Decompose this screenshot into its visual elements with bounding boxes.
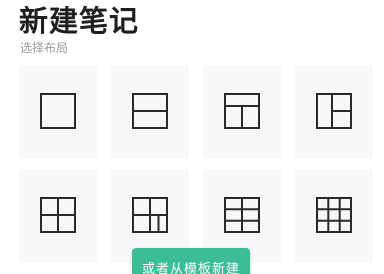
page-subtitle: 选择布局: [20, 41, 69, 55]
layout-grid-2x2-plus-split-icon: [132, 197, 168, 233]
layout-grid-2x2-icon: [40, 197, 76, 233]
layout-option-single[interactable]: [19, 65, 97, 159]
layout-grid: [19, 65, 375, 274]
create-from-template-label: 或者从模板新建: [141, 262, 240, 274]
create-from-template-button[interactable]: 或者从模板新建: [132, 248, 250, 274]
page-title: 新建笔记: [19, 4, 140, 38]
layout-grid-3x3-icon: [316, 197, 352, 233]
layout-single-icon: [40, 93, 76, 129]
layout-option-grid-3x3[interactable]: [295, 169, 373, 263]
layout-option-two-rows[interactable]: [111, 65, 189, 159]
layout-two-rows-icon: [132, 93, 168, 129]
layout-grid-3x2-icon: [224, 197, 260, 233]
new-note-screen: 新建笔记 选择布局 或者从模板新建: [0, 0, 384, 274]
layout-option-left-tall-right-split[interactable]: [295, 65, 373, 159]
layout-option-top-wide-bottom-split[interactable]: [203, 65, 281, 159]
layout-option-grid-2x2[interactable]: [19, 169, 97, 263]
layout-top-wide-bottom-split-icon: [224, 93, 260, 129]
layout-left-tall-right-split-icon: [316, 93, 352, 129]
